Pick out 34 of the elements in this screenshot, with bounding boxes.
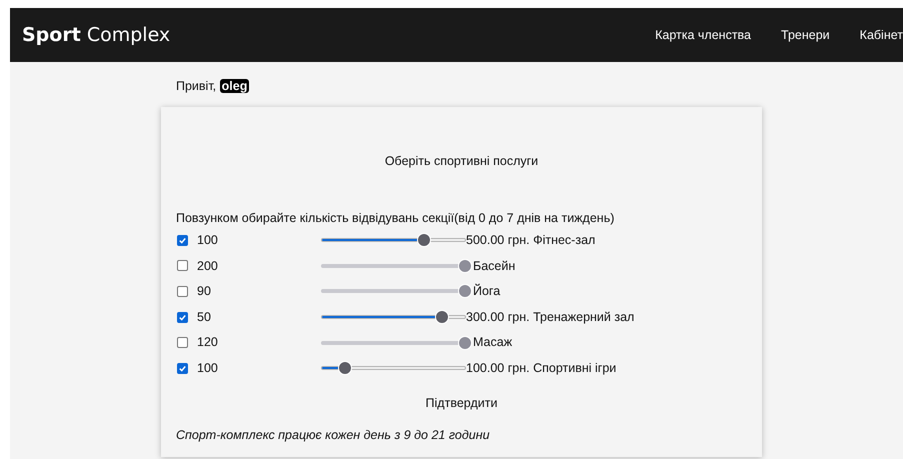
brand-logo[interactable]: Sport Complex (22, 20, 170, 50)
slider-thumb[interactable] (338, 361, 352, 376)
price-text: 100 (197, 232, 219, 249)
form-title: Оберіть спортивні послуги (384, 154, 538, 168)
slider-thumb[interactable] (458, 258, 472, 273)
price-text: 90 (197, 283, 212, 300)
slider-thumb[interactable] (416, 233, 431, 248)
schedule-note: Спорт-комплекс працює кожен день з 9 до 21 години (176, 428, 490, 442)
checkbox[interactable] (177, 234, 188, 246)
checkbox[interactable] (177, 286, 188, 297)
price-text: 120 (197, 334, 219, 352)
service-label: 300.00 грн. Тренажерний зал (466, 308, 634, 326)
username-badge: oleg (220, 79, 250, 93)
submit-button[interactable]: Підтвердити (426, 394, 498, 413)
nav-link[interactable]: Тренери (781, 26, 830, 44)
checkbox[interactable] (177, 337, 188, 348)
slider-thumb[interactable] (435, 310, 450, 324)
service-label: Масаж (473, 334, 512, 352)
service-label: 500.00 грн. Фітнес-зал (466, 232, 596, 249)
price-text: 200 (197, 258, 219, 275)
greeting-text: Привіт, (176, 79, 216, 93)
price-text: 100 (197, 360, 219, 377)
service-label: Басейн (473, 258, 516, 275)
service-label: Йога (473, 282, 500, 300)
service-label: 100.00 грн. Спортивні ігри (466, 360, 616, 377)
hint-text: Повзунком обирайте кількість відвідувань секції(від 0 до 7 днів на тиждень) (176, 210, 614, 225)
slider-thumb[interactable] (458, 284, 472, 298)
nav-link[interactable]: Кабінет (860, 26, 903, 44)
checkbox[interactable] (177, 260, 188, 272)
price-text: 50 (197, 308, 212, 326)
nav-link[interactable]: Картка членства (655, 26, 752, 44)
checkbox[interactable] (177, 312, 188, 323)
checkbox[interactable] (177, 362, 188, 374)
slider-thumb[interactable] (458, 336, 472, 350)
